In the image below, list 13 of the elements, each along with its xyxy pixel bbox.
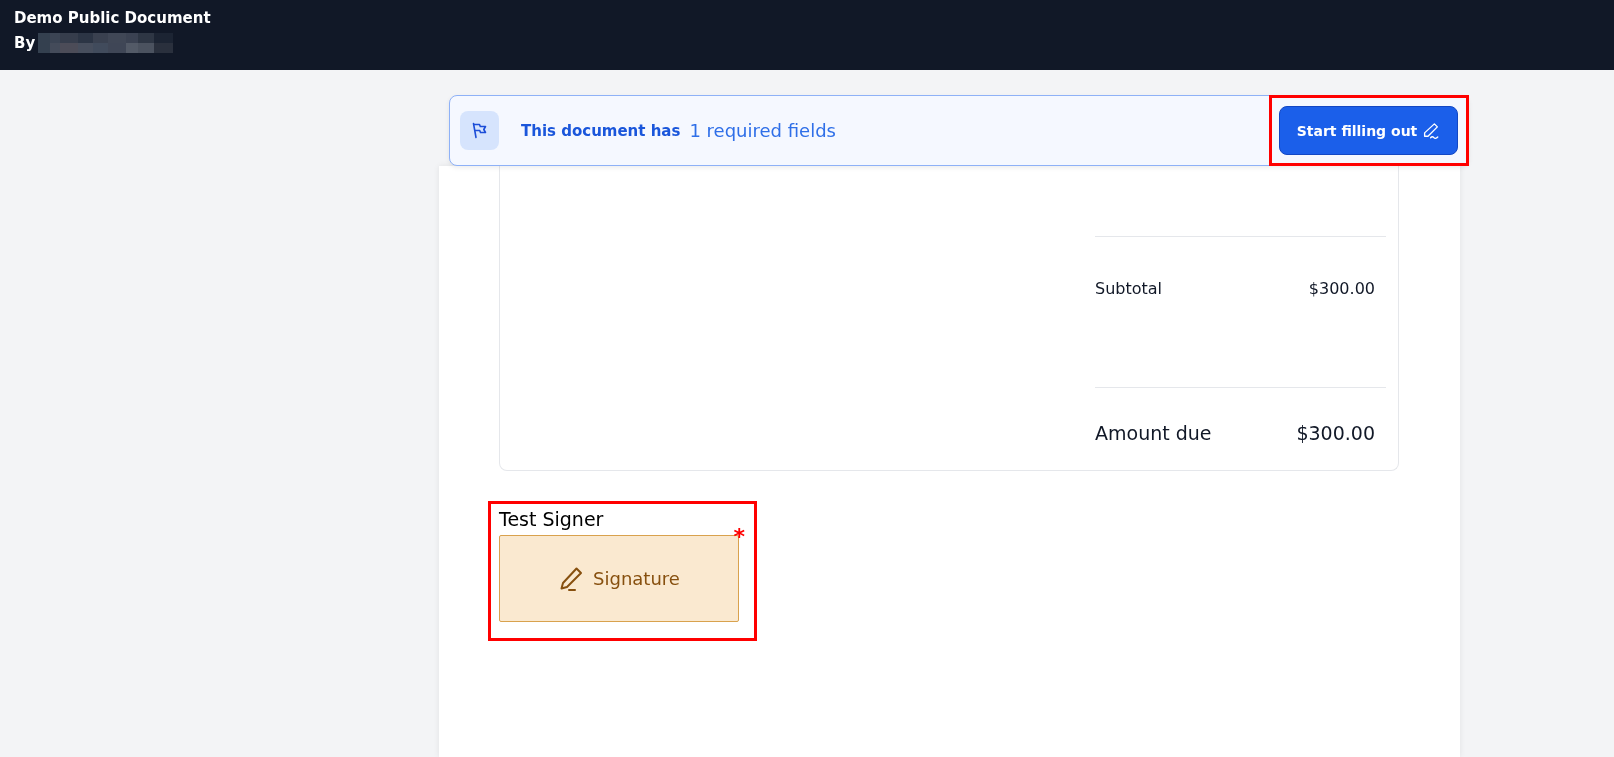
required-fields-count: 1 required fields xyxy=(689,120,836,141)
pen-icon xyxy=(1422,121,1441,140)
signer-name: Test Signer xyxy=(499,508,604,530)
start-filling-button[interactable]: Start filling out xyxy=(1279,106,1458,155)
amount-label: Subtotal xyxy=(1095,280,1163,298)
banner-message: This document has xyxy=(521,121,681,140)
author-byline: By xyxy=(14,33,36,53)
flag-icon xyxy=(460,111,499,150)
pen-icon xyxy=(558,565,585,592)
amount-value: $300.00 xyxy=(1308,280,1375,298)
document-title: Demo Public Document xyxy=(14,8,211,28)
amount-value: $300.00 xyxy=(1296,422,1375,444)
amount-label: Amount due xyxy=(1095,422,1212,444)
